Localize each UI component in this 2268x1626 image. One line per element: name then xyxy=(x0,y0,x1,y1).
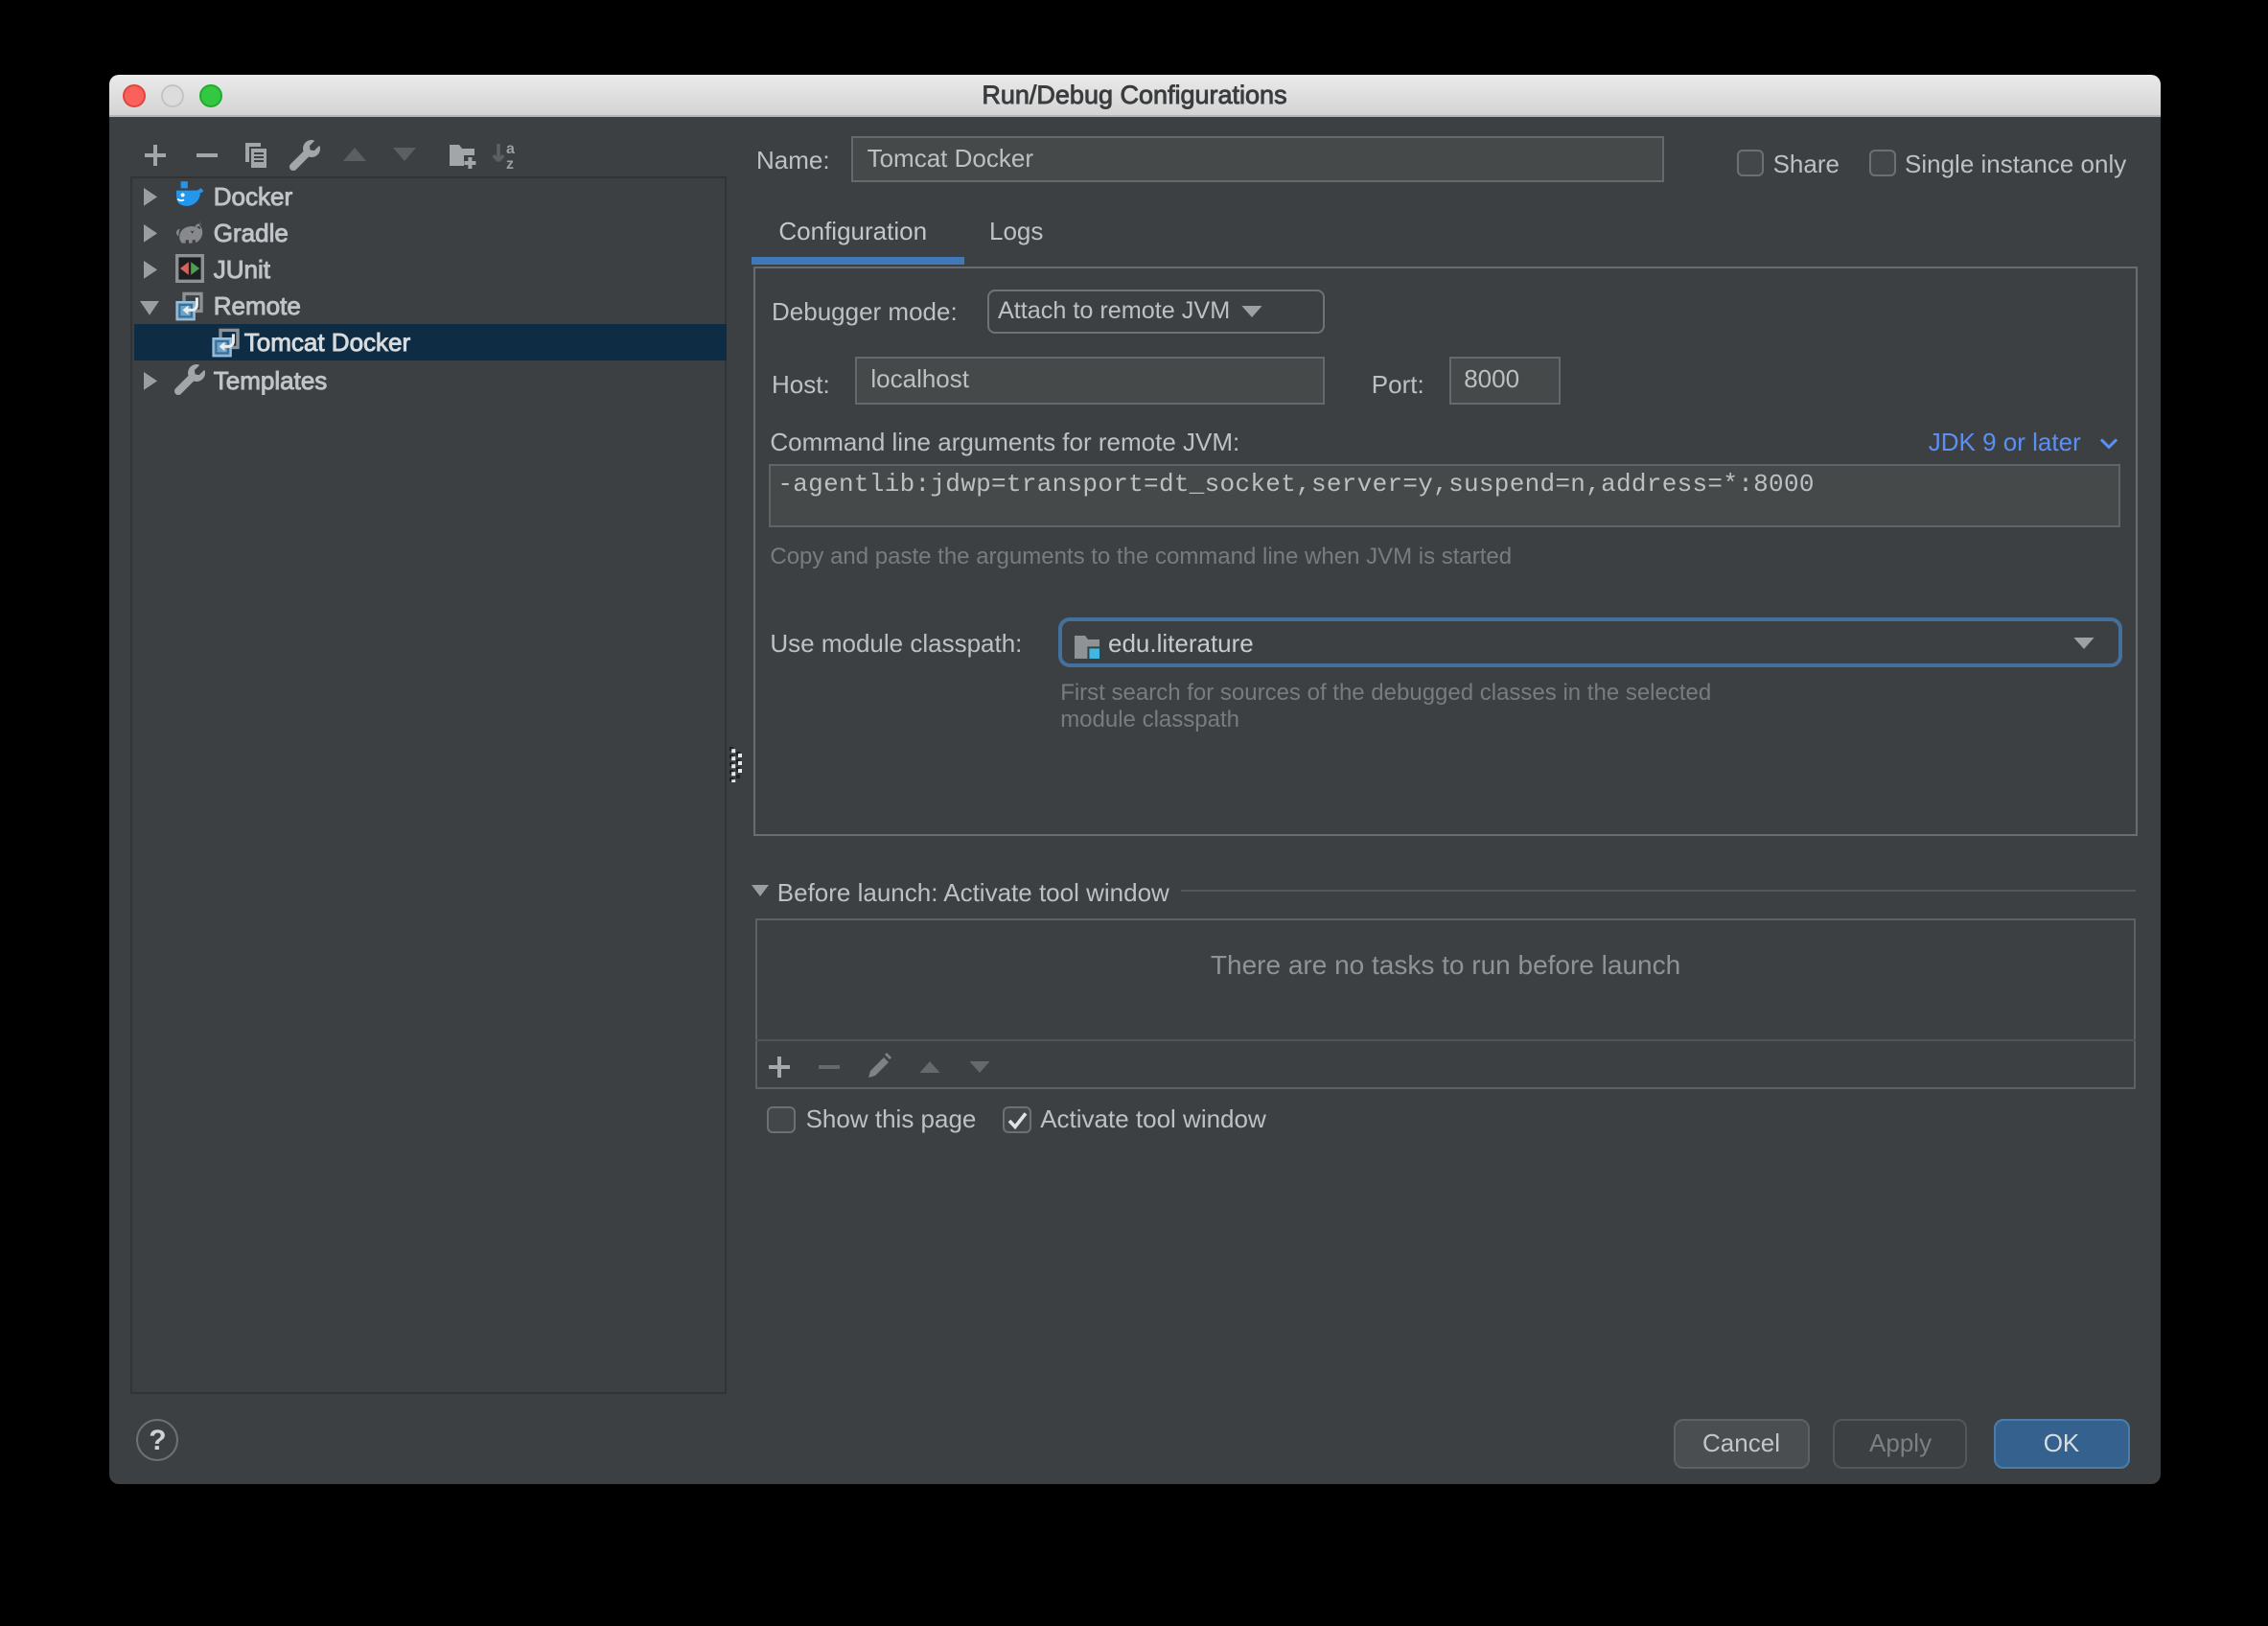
svg-text:a: a xyxy=(505,142,514,158)
svg-text:z: z xyxy=(505,157,513,172)
